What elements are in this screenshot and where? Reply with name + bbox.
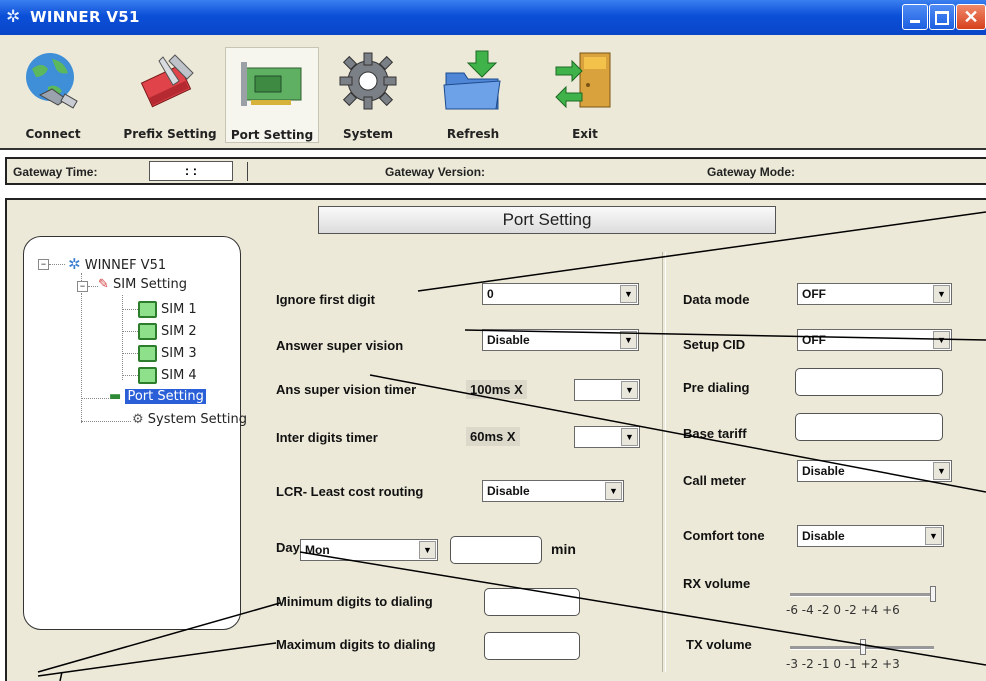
annotation-line (417, 211, 986, 292)
annotation-line (369, 374, 986, 493)
annotation-line (299, 551, 986, 666)
annotation-line (464, 329, 986, 341)
annotation-lines (37, 211, 986, 681)
annotation-line (37, 642, 277, 677)
annotation-line (37, 602, 281, 673)
